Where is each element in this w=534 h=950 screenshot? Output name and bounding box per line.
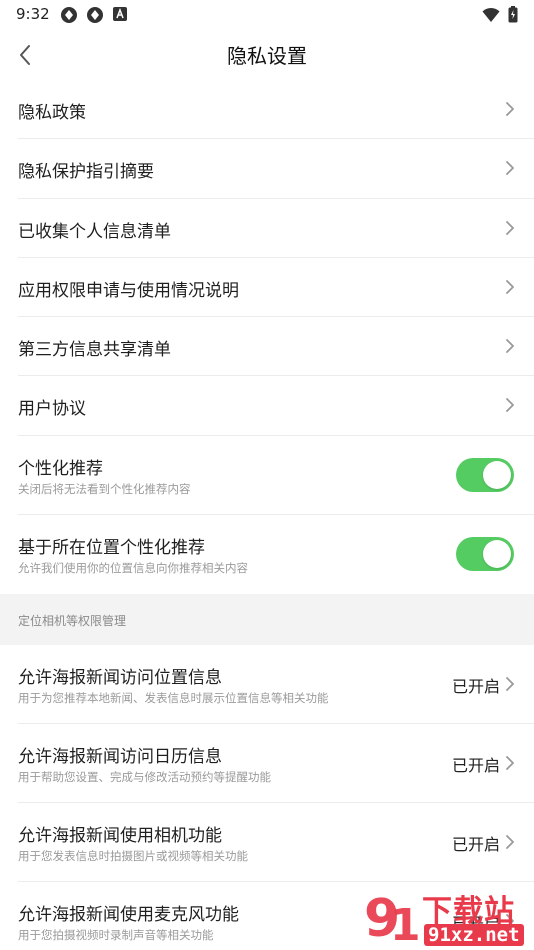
setting-item-permission-explanation[interactable]: 应用权限申请与使用情况说明 (18, 258, 534, 318)
setting-item-label: 允许海报新闻访问日历信息 (18, 746, 222, 767)
chevron-right-icon (506, 755, 514, 770)
setting-item-description: 允许我们使用你的位置信息向你推荐相关内容 (18, 560, 248, 575)
chevron-right-icon (506, 220, 514, 235)
wifi-icon (482, 7, 500, 22)
chevron-right-icon (506, 339, 514, 354)
chevron-right-icon (506, 161, 514, 176)
personalized-recommendation-toggle[interactable] (456, 457, 514, 492)
setting-item-label: 允许海报新闻使用麦克风功能 (18, 904, 239, 925)
setting-item-description: 用于您发表信息时拍摄图片或视频等相关功能 (18, 848, 248, 863)
page-title: 隐私设置 (227, 44, 307, 68)
status-icons-left (60, 6, 128, 24)
setting-item-description: 用于为您推荐本地新闻、发表信息时展示位置信息等相关功能 (18, 690, 329, 705)
setting-item-label: 允许海报新闻访问位置信息 (18, 667, 222, 688)
setting-item-label: 允许海报新闻使用相机功能 (18, 825, 222, 846)
setting-item-description: 用于帮助您设置、完成与修改活动预约等提醒功能 (18, 769, 271, 784)
watermark-logo: 9 1 下载站 91xz.net (360, 886, 530, 950)
permission-item-calendar[interactable]: 允许海报新闻访问日历信息 用于帮助您设置、完成与修改活动预约等提醒功能 已开启 (18, 724, 534, 803)
setting-item-location-recommendation: 基于所在位置个性化推荐 允许我们使用你的位置信息向你推荐相关内容 (18, 515, 534, 594)
app-notification-icon (87, 7, 103, 23)
app-notification-icon (61, 7, 77, 23)
chevron-right-icon (506, 102, 514, 116)
setting-item-user-agreement[interactable]: 用户协议 (18, 376, 534, 436)
setting-item-label: 隐私保护指引摘要 (18, 162, 154, 183)
setting-item-privacy-guide-summary[interactable]: 隐私保护指引摘要 (18, 139, 534, 199)
chevron-right-icon (506, 676, 514, 691)
nav-header: 隐私设置 (0, 30, 534, 80)
status-time: 9:32 (16, 5, 50, 23)
status-icons-right (482, 6, 518, 23)
battery-icon (508, 6, 518, 23)
toggle-knob (483, 460, 511, 489)
permission-status: 已开启 (451, 834, 500, 854)
settings-list: 隐私政策 隐私保护指引摘要 已收集个人信息清单 应用权限申请与使用情况说明 第三… (0, 80, 534, 950)
section-title: 定位相机等权限管理 (18, 613, 127, 628)
setting-item-privacy-policy[interactable]: 隐私政策 (18, 80, 534, 140)
chevron-right-icon (506, 834, 514, 849)
setting-item-label: 基于所在位置个性化推荐 (18, 537, 205, 558)
setting-item-collected-info-list[interactable]: 已收集个人信息清单 (18, 199, 534, 258)
section-header-permissions: 定位相机等权限管理 (0, 593, 534, 645)
chevron-right-icon (506, 279, 514, 294)
svg-text:1: 1 (390, 900, 421, 948)
permission-item-camera[interactable]: 允许海报新闻使用相机功能 用于您发表信息时拍摄图片或视频等相关功能 已开启 (18, 803, 534, 882)
permission-status: 已开启 (451, 755, 500, 775)
text-a-icon (113, 7, 127, 21)
setting-item-label: 用户协议 (18, 399, 86, 420)
setting-item-label: 已收集个人信息清单 (18, 221, 171, 242)
setting-item-description: 关闭后将无法看到个性化推荐内容 (18, 481, 191, 496)
setting-item-description: 用于您拍摄视频时录制声音等相关功能 (18, 927, 214, 942)
status-bar: 9:32 (0, 0, 534, 30)
location-recommendation-toggle[interactable] (456, 536, 514, 571)
setting-item-personalized-recommendation: 个性化推荐 关闭后将无法看到个性化推荐内容 (18, 436, 534, 515)
setting-item-label: 个性化推荐 (18, 458, 103, 479)
toggle-knob (483, 539, 511, 568)
permission-status: 已开启 (451, 676, 500, 696)
setting-item-third-party-sharing[interactable]: 第三方信息共享清单 (18, 317, 534, 377)
watermark-domain: 91xz.net (424, 924, 524, 946)
setting-item-label: 第三方信息共享清单 (18, 340, 171, 361)
setting-item-label: 应用权限申请与使用情况说明 (18, 280, 239, 301)
chevron-right-icon (506, 398, 514, 413)
permission-item-location[interactable]: 允许海报新闻访问位置信息 用于为您推荐本地新闻、发表信息时展示位置信息等相关功能… (18, 645, 534, 724)
setting-item-label: 隐私政策 (18, 103, 86, 123)
